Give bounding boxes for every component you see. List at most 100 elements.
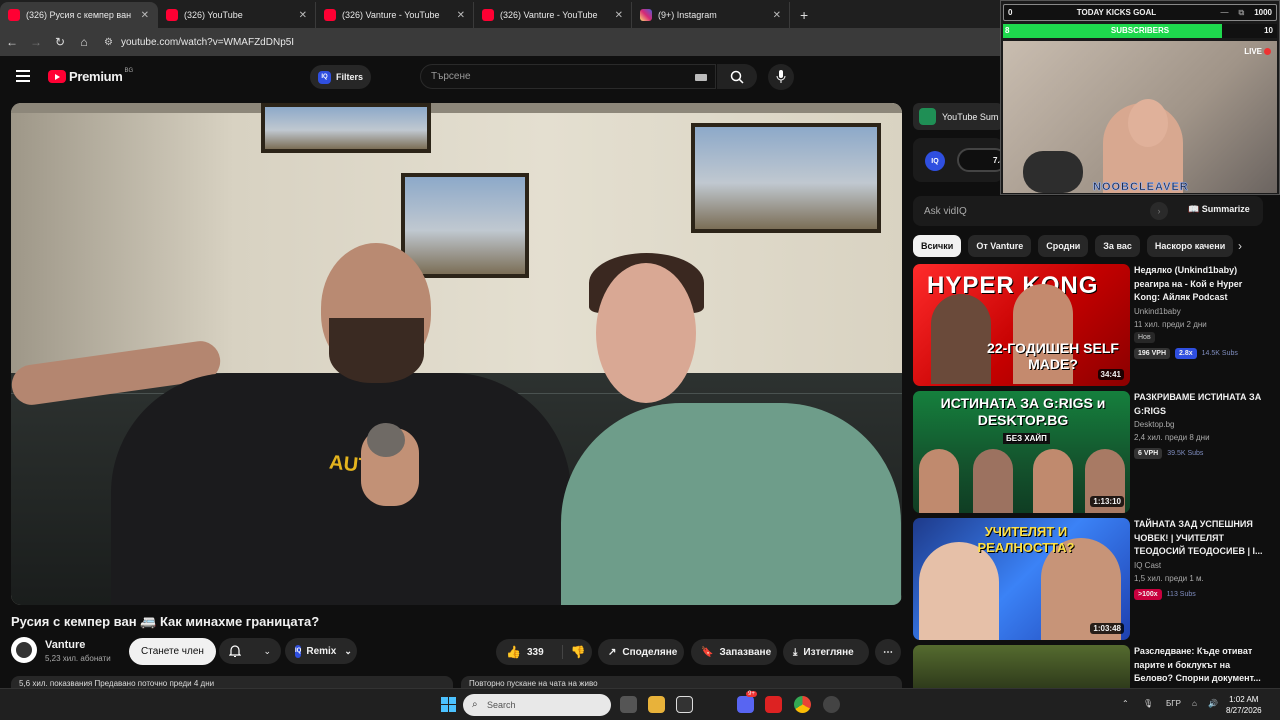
recommendation-card[interactable]: Разследване: Къде отиват парите и боклук… bbox=[913, 645, 1273, 688]
ask-vidiq-input[interactable]: Ask vidIQ › 📖 Summarize bbox=[913, 196, 1263, 226]
chevron-up-icon[interactable]: ⌃ bbox=[1122, 699, 1129, 708]
windows-start-icon[interactable] bbox=[441, 697, 456, 712]
channel-name[interactable]: Unkind1baby bbox=[1134, 307, 1181, 316]
subs-end: 10 bbox=[1264, 26, 1273, 35]
recommendation-card[interactable]: УЧИТЕЛЯТ И РЕАЛНОСТТА? 1:03:48 ТАЙНАТА З… bbox=[913, 518, 1273, 640]
microphone-icon[interactable]: 🎙 bbox=[1143, 699, 1153, 708]
tab-4[interactable]: (9+) Instagram ✕ bbox=[632, 2, 790, 28]
chrome-icon[interactable] bbox=[794, 696, 811, 713]
minimize-icon: — bbox=[1220, 8, 1229, 17]
join-button[interactable]: Станете член bbox=[129, 638, 216, 665]
send-arrow-icon[interactable]: › bbox=[1150, 202, 1168, 220]
chip-recent[interactable]: Наскоро качени bbox=[1146, 235, 1234, 257]
like-dislike-group: 👍 339 👎 bbox=[496, 639, 592, 665]
chip-for-you[interactable]: За вас bbox=[1095, 235, 1140, 257]
channel-name[interactable]: IQ Cast bbox=[1134, 561, 1161, 570]
tab-0[interactable]: (326) Русия с кемпер ван ✕ bbox=[0, 2, 158, 28]
close-icon[interactable]: ✕ bbox=[457, 10, 465, 21]
task-view-icon[interactable] bbox=[620, 696, 637, 713]
channel-name[interactable]: Desktop.bg bbox=[1134, 420, 1174, 429]
video-meta: 2,4 хил. преди 8 дни bbox=[1134, 433, 1210, 442]
search-input[interactable]: Търсене bbox=[420, 64, 716, 89]
menu-icon[interactable] bbox=[16, 70, 30, 85]
site-settings-icon[interactable]: ⚙ bbox=[104, 37, 113, 48]
chip-related[interactable]: Сродни bbox=[1038, 235, 1089, 257]
new-tab-button[interactable]: + bbox=[800, 7, 808, 23]
share-label: Споделяне bbox=[622, 646, 678, 658]
dislike-button[interactable]: 👎 bbox=[561, 645, 586, 659]
chip-all[interactable]: Всички bbox=[913, 235, 962, 257]
more-actions-button[interactable]: ⋯ bbox=[875, 639, 901, 665]
share-button[interactable]: ↗ Споделяне bbox=[598, 639, 684, 665]
avatar[interactable] bbox=[11, 637, 37, 663]
network-icon[interactable]: ⌂ bbox=[1192, 699, 1197, 708]
tab-2[interactable]: (326) Vanture - YouTube ✕ bbox=[316, 2, 474, 28]
voice-search-button[interactable] bbox=[768, 64, 794, 90]
save-button[interactable]: 🔖 Запазване bbox=[691, 639, 777, 665]
video-frame-beard bbox=[329, 318, 424, 383]
tab-1[interactable]: (326) YouTube ✕ bbox=[158, 2, 316, 28]
vidiq-icon: IQ bbox=[925, 151, 945, 171]
remix-label: Remix bbox=[306, 645, 337, 657]
remix-button[interactable]: IQ Remix ⌄ bbox=[285, 638, 357, 664]
goal-title: TODAY KICKS GOAL bbox=[1076, 8, 1157, 17]
discord-icon[interactable]: 9+ bbox=[737, 691, 757, 713]
notifications-button[interactable]: ⌄ bbox=[219, 638, 281, 664]
chevron-right-icon[interactable]: › bbox=[1238, 239, 1242, 253]
summarize-button[interactable]: 📖 Summarize bbox=[1188, 204, 1250, 215]
stream-overlay: 0 TODAY KICKS GOAL — ⧉ 1000 8 SUBSCRIBERS … bbox=[1000, 0, 1280, 195]
youtube-icon bbox=[166, 9, 178, 21]
close-icon[interactable]: ✕ bbox=[773, 10, 781, 21]
search-placeholder: Търсене bbox=[431, 71, 471, 82]
search-button[interactable] bbox=[717, 64, 757, 89]
vidiq-icon: IQ bbox=[295, 644, 302, 658]
summarize-label: Summarize bbox=[1201, 204, 1250, 214]
app-icon[interactable] bbox=[765, 696, 782, 713]
close-icon[interactable]: ✕ bbox=[141, 10, 149, 21]
video-thumbnail[interactable] bbox=[913, 645, 1130, 688]
restore-icon: ⧉ bbox=[1238, 7, 1245, 17]
home-icon[interactable]: ⌂ bbox=[72, 35, 96, 49]
video-player[interactable]: AUTHE bbox=[11, 103, 902, 605]
recommendation-card[interactable]: HYPER KONG 22-ГОДИШЕН SELF MADE? 34:41 Н… bbox=[913, 264, 1273, 386]
taskbar-search[interactable]: ⌕ Search bbox=[463, 694, 611, 716]
app-icon[interactable] bbox=[676, 696, 693, 713]
close-icon[interactable]: ✕ bbox=[299, 10, 307, 21]
download-icon: ⤓ bbox=[793, 646, 798, 658]
youtube-icon bbox=[8, 9, 20, 21]
url-field[interactable]: ⚙ youtube.com/watch?v=WMAFZdDNp5I bbox=[104, 37, 294, 48]
video-thumbnail[interactable]: УЧИТЕЛЯТ И РЕАЛНОСТТА? 1:03:48 bbox=[913, 518, 1130, 640]
file-explorer-icon[interactable] bbox=[648, 696, 665, 713]
taskbar-clock[interactable]: 1:02 AM 8/27/2026 bbox=[1226, 694, 1262, 716]
close-icon[interactable]: ✕ bbox=[615, 10, 623, 21]
language-indicator[interactable]: БГР bbox=[1166, 699, 1181, 708]
youtube-summary-panel[interactable]: YouTube Sum bbox=[913, 103, 1003, 130]
youtube-logo[interactable]: Premium BG bbox=[48, 67, 134, 84]
subscriber-count: 5,23 хил. абонати bbox=[45, 654, 111, 663]
recommendation-card[interactable]: ИСТИНАТА ЗА G:RIGS и DESKTOP.BG БЕЗ ХАЙП… bbox=[913, 391, 1273, 513]
video-thumbnail[interactable]: ИСТИНАТА ЗА G:RIGS и DESKTOP.BG БЕЗ ХАЙП… bbox=[913, 391, 1130, 513]
filters-button[interactable]: IQ Filters bbox=[310, 65, 372, 89]
region-code: BG bbox=[124, 67, 134, 74]
like-button[interactable]: 👍 339 bbox=[506, 645, 544, 659]
goal-end: 1000 bbox=[1254, 8, 1272, 17]
volume-icon[interactable]: 🔊 bbox=[1208, 699, 1218, 708]
video-title: Русия с кемпер ван 🚐 Как минахме граница… bbox=[11, 614, 320, 629]
instagram-icon bbox=[640, 9, 652, 21]
video-frame-woman bbox=[561, 403, 901, 605]
channel-name[interactable]: Vanture bbox=[45, 639, 85, 651]
tab-3[interactable]: (326) Vanture - YouTube ✕ bbox=[474, 2, 632, 28]
book-icon: 📖 bbox=[1188, 204, 1202, 214]
chat-replay-box[interactable]: Повторно пускане на чата на живо bbox=[461, 676, 902, 688]
description-box[interactable]: 5,6 хил. показвания Предавано поточно пр… bbox=[11, 676, 453, 688]
app-icon[interactable] bbox=[823, 696, 840, 713]
download-button[interactable]: ⤓ Изтегляне bbox=[783, 639, 869, 665]
filter-chips: Всички От Vanture Сродни За вас Наскоро … bbox=[913, 235, 1253, 257]
back-icon[interactable]: ← bbox=[0, 35, 24, 49]
video-thumbnail[interactable]: HYPER KONG 22-ГОДИШЕН SELF MADE? 34:41 bbox=[913, 264, 1130, 386]
reload-icon[interactable]: ↻ bbox=[48, 35, 72, 49]
chip-from-channel[interactable]: От Vanture bbox=[968, 235, 1032, 257]
duration-badge: 1:13:10 bbox=[1090, 496, 1124, 507]
forward-icon[interactable]: → bbox=[24, 35, 48, 49]
keyboard-icon[interactable] bbox=[695, 74, 707, 81]
